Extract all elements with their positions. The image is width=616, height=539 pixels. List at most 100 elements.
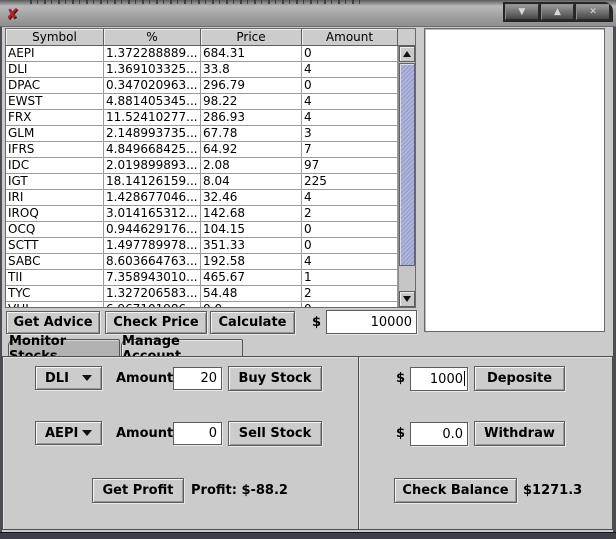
table-cell[interactable]: 6.967101986...: [104, 302, 201, 307]
table-cell[interactable]: 192.58: [201, 254, 302, 270]
table-cell[interactable]: 8.603664763...: [104, 254, 201, 270]
tab-manage-account[interactable]: Manage Account: [121, 339, 243, 357]
table-cell[interactable]: 0.347020963...: [104, 78, 201, 94]
table-cell[interactable]: OCQ: [6, 222, 104, 238]
table-cell[interactable]: 64.92: [201, 142, 302, 158]
sell-symbol-select[interactable]: AEPI: [35, 421, 102, 445]
table-cell[interactable]: 0: [302, 78, 398, 94]
table-cell[interactable]: 1.497789978...: [104, 238, 201, 254]
advice-output-area[interactable]: [424, 28, 605, 332]
minimize-button[interactable]: ▼: [505, 4, 539, 20]
scroll-down-button[interactable]: [399, 291, 415, 307]
table-cell[interactable]: 4.849668425...: [104, 142, 201, 158]
vertical-scrollbar[interactable]: [398, 46, 415, 307]
close-button[interactable]: ✕: [576, 4, 610, 20]
cash-input[interactable]: [326, 310, 417, 334]
table-row[interactable]: AEPI1.372288889...684.310: [6, 46, 398, 62]
table-cell[interactable]: 3: [302, 126, 398, 142]
table-cell[interactable]: 0: [302, 302, 398, 307]
table-cell[interactable]: 8.04: [201, 174, 302, 190]
table-cell[interactable]: 1.372288889...: [104, 46, 201, 62]
table-cell[interactable]: VHI: [6, 302, 104, 307]
table-cell[interactable]: 351.33: [201, 238, 302, 254]
get-profit-button[interactable]: Get Profit: [92, 478, 184, 503]
table-row[interactable]: IFRS4.849668425...64.927: [6, 142, 398, 158]
table-cell[interactable]: 0: [302, 46, 398, 62]
table-cell[interactable]: 67.78: [201, 126, 302, 142]
table-cell[interactable]: 2: [302, 206, 398, 222]
sell-amount-input[interactable]: [173, 422, 222, 445]
table-row[interactable]: GLM2.148993735...67.783: [6, 126, 398, 142]
table-cell[interactable]: DLI: [6, 62, 104, 78]
table-cell[interactable]: 33.8: [201, 62, 302, 78]
withdraw-button[interactable]: Withdraw: [474, 421, 565, 446]
table-row[interactable]: IGT18.14126159...8.04225: [6, 174, 398, 190]
table-cell[interactable]: 11.52410277...: [104, 110, 201, 126]
table-row[interactable]: IRI1.428677046...32.464: [6, 190, 398, 206]
table-cell[interactable]: 0.944629176...: [104, 222, 201, 238]
table-cell[interactable]: 104.15: [201, 222, 302, 238]
table-cell[interactable]: SABC: [6, 254, 104, 270]
check-balance-button[interactable]: Check Balance: [394, 478, 517, 503]
table-cell[interactable]: 3.014165312...: [104, 206, 201, 222]
table-cell[interactable]: 4: [302, 94, 398, 110]
table-cell[interactable]: 296.79: [201, 78, 302, 94]
table-cell[interactable]: IDC: [6, 158, 104, 174]
column-header-amount[interactable]: Amount: [302, 29, 398, 46]
table-cell[interactable]: EWST: [6, 94, 104, 110]
table-cell[interactable]: 286.93: [201, 110, 302, 126]
buy-stock-button[interactable]: Buy Stock: [228, 366, 322, 391]
scrollbar-thumb[interactable]: [399, 63, 415, 266]
scroll-up-button[interactable]: [399, 46, 415, 62]
table-cell[interactable]: DPAC: [6, 78, 104, 94]
table-cell[interactable]: 4.881405345...: [104, 94, 201, 110]
table-row[interactable]: SABC8.603664763...192.584: [6, 254, 398, 270]
table-row[interactable]: TYC1.327206583...54.482: [6, 286, 398, 302]
table-cell[interactable]: TII: [6, 270, 104, 286]
table-cell[interactable]: 0.0: [201, 302, 302, 307]
table-cell[interactable]: 142.68: [201, 206, 302, 222]
calculate-button[interactable]: Calculate: [210, 311, 295, 334]
table-row[interactable]: VHI6.967101986...0.00: [6, 302, 398, 307]
table-row[interactable]: TII7.358943010...465.671: [6, 270, 398, 286]
table-cell[interactable]: IRI: [6, 190, 104, 206]
table-cell[interactable]: FRX: [6, 110, 104, 126]
column-header-percent[interactable]: %: [104, 29, 201, 46]
tab-monitor-stocks[interactable]: Monitor Stocks: [8, 339, 120, 357]
table-cell[interactable]: AEPI: [6, 46, 104, 62]
table-cell[interactable]: IROQ: [6, 206, 104, 222]
deposit-input[interactable]: [410, 367, 468, 391]
table-row[interactable]: DLI1.369103325...33.84: [6, 62, 398, 78]
sell-stock-button[interactable]: Sell Stock: [228, 421, 322, 446]
table-cell[interactable]: 4: [302, 190, 398, 206]
table-cell[interactable]: 225: [302, 174, 398, 190]
table-cell[interactable]: 32.46: [201, 190, 302, 206]
table-cell[interactable]: GLM: [6, 126, 104, 142]
table-cell[interactable]: 1.327206583...: [104, 286, 201, 302]
table-cell[interactable]: 1: [302, 270, 398, 286]
table-cell[interactable]: 2.08: [201, 158, 302, 174]
table-row[interactable]: IROQ3.014165312...142.682: [6, 206, 398, 222]
table-cell[interactable]: SCTT: [6, 238, 104, 254]
table-cell[interactable]: 7.358943010...: [104, 270, 201, 286]
get-advice-button[interactable]: Get Advice: [6, 311, 100, 334]
table-row[interactable]: IDC2.019899893...2.0897: [6, 158, 398, 174]
table-row[interactable]: FRX11.52410277...286.934: [6, 110, 398, 126]
table-cell[interactable]: 1.428677046...: [104, 190, 201, 206]
table-cell[interactable]: 4: [302, 62, 398, 78]
table-cell[interactable]: IFRS: [6, 142, 104, 158]
table-cell[interactable]: 2.019899893...: [104, 158, 201, 174]
table-cell[interactable]: 465.67: [201, 270, 302, 286]
maximize-button[interactable]: ▲: [541, 4, 575, 20]
table-row[interactable]: SCTT1.497789978...351.330: [6, 238, 398, 254]
table-cell[interactable]: 2: [302, 286, 398, 302]
table-cell[interactable]: 2.148993735...: [104, 126, 201, 142]
deposite-button[interactable]: Deposite: [474, 366, 565, 391]
table-cell[interactable]: 4: [302, 254, 398, 270]
table-row[interactable]: EWST4.881405345...98.224: [6, 94, 398, 110]
table-cell[interactable]: 54.48: [201, 286, 302, 302]
table-cell[interactable]: 7: [302, 142, 398, 158]
table-cell[interactable]: 98.22: [201, 94, 302, 110]
table-cell[interactable]: 0: [302, 238, 398, 254]
table-row[interactable]: DPAC0.347020963...296.790: [6, 78, 398, 94]
